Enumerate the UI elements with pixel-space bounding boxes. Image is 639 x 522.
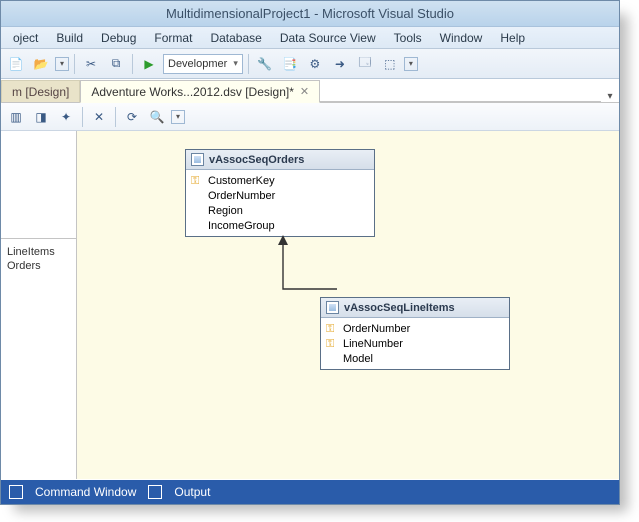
toolbar-open-icon[interactable]: 📂 xyxy=(30,53,52,75)
toolbar-icon-dd[interactable]: ▾ xyxy=(404,57,418,71)
document-tabs: m [Design] Adventure Works...2012.dsv [D… xyxy=(1,79,619,103)
tab-dsv-design[interactable]: Adventure Works...2012.dsv [Design]* ✕ xyxy=(80,80,320,103)
table-vassocseqlineitems[interactable]: vAssocSeqLineItems OrderNumber LineNumbe… xyxy=(320,297,510,370)
tabs-overflow-icon[interactable]: ▾ xyxy=(601,91,619,102)
main-toolbar: 📄 📂 ▾ ✂ ⧉ ▶ Developmer 🔧 📑 ⚙ ➜ 🗔 ⬚ ▾ xyxy=(1,49,619,79)
app-window: MultidimensionalProject1 - Microsoft Vis… xyxy=(0,0,620,505)
list-item[interactable]: Orders xyxy=(7,259,70,273)
diagram-canvas[interactable]: vAssocSeqOrders CustomerKey OrderNumber … xyxy=(77,131,619,479)
toolbar-open-dd-icon[interactable]: ▾ xyxy=(55,57,69,71)
table-icon xyxy=(326,301,339,314)
table-body: OrderNumber LineNumber Model xyxy=(321,318,509,369)
menu-format[interactable]: Format xyxy=(146,29,200,47)
table-row[interactable]: OrderNumber xyxy=(191,188,369,203)
toolbar-icon-4[interactable]: ➜ xyxy=(329,53,351,75)
table-row[interactable]: OrderNumber xyxy=(326,321,504,336)
status-bar: Command Window Output xyxy=(1,480,619,504)
side-panel: LineItems Orders xyxy=(1,131,77,479)
toolbar-icon-2[interactable]: 📑 xyxy=(279,53,301,75)
list-item[interactable]: LineItems xyxy=(7,245,70,259)
menu-help[interactable]: Help xyxy=(492,29,533,47)
table-icon xyxy=(191,153,204,166)
menu-tools[interactable]: Tools xyxy=(386,29,430,47)
dsv-tool-1-icon[interactable]: ▥ xyxy=(5,106,27,128)
toolbar-icon-5[interactable]: 🗔 xyxy=(354,53,376,75)
table-header[interactable]: vAssocSeqOrders xyxy=(186,150,374,170)
table-header[interactable]: vAssocSeqLineItems xyxy=(321,298,509,318)
solution-config-combo[interactable]: Developmer xyxy=(163,54,243,74)
start-debug-button[interactable]: ▶ xyxy=(138,53,160,75)
toolbar-copy-icon[interactable]: ⧉ xyxy=(105,53,127,75)
dsv-zoom-dd-icon[interactable]: ▾ xyxy=(171,110,185,124)
title-bar: MultidimensionalProject1 - Microsoft Vis… xyxy=(1,1,619,27)
close-icon[interactable]: ✕ xyxy=(300,85,309,98)
toolbar-new-icon[interactable]: 📄 xyxy=(5,53,27,75)
relationship-connector xyxy=(277,235,357,299)
menu-build[interactable]: Build xyxy=(48,29,91,47)
key-icon xyxy=(326,323,338,335)
status-output[interactable]: Output xyxy=(174,485,210,499)
workspace: LineItems Orders vAssocSeqOrders Custome… xyxy=(1,131,619,479)
table-row[interactable]: CustomerKey xyxy=(191,173,369,188)
window-title: MultidimensionalProject1 - Microsoft Vis… xyxy=(166,6,454,21)
tables-list: LineItems Orders xyxy=(1,239,76,479)
dsv-delete-icon[interactable]: ✕ xyxy=(88,106,110,128)
designer-toolbar: ▥ ◨ ✦ ✕ ⟳ 🔍 ▾ xyxy=(1,103,619,131)
menu-project[interactable]: oject xyxy=(5,29,46,47)
tab-design-1[interactable]: m [Design] xyxy=(1,80,80,103)
side-panel-top xyxy=(1,131,76,239)
table-body: CustomerKey OrderNumber Region IncomeGro… xyxy=(186,170,374,236)
key-icon xyxy=(326,338,338,350)
table-row[interactable]: Model xyxy=(326,351,504,366)
toolbar-icon-1[interactable]: 🔧 xyxy=(254,53,276,75)
menu-dsv[interactable]: Data Source View xyxy=(272,29,384,47)
key-icon xyxy=(191,175,203,187)
toolbar-icon-6[interactable]: ⬚ xyxy=(379,53,401,75)
dsv-tool-2-icon[interactable]: ◨ xyxy=(30,106,52,128)
menu-window[interactable]: Window xyxy=(432,29,491,47)
menu-bar: oject Build Debug Format Database Data S… xyxy=(1,27,619,49)
table-vassocseqorders[interactable]: vAssocSeqOrders CustomerKey OrderNumber … xyxy=(185,149,375,237)
command-window-icon xyxy=(9,485,23,499)
status-command-window[interactable]: Command Window xyxy=(35,485,136,499)
menu-database[interactable]: Database xyxy=(202,29,269,47)
menu-debug[interactable]: Debug xyxy=(93,29,144,47)
toolbar-icon-3[interactable]: ⚙ xyxy=(304,53,326,75)
table-row[interactable]: IncomeGroup xyxy=(191,218,369,233)
dsv-zoom-icon[interactable]: 🔍 xyxy=(146,106,168,128)
dsv-tool-3-icon[interactable]: ✦ xyxy=(55,106,77,128)
table-row[interactable]: LineNumber xyxy=(326,336,504,351)
output-icon xyxy=(148,485,162,499)
toolbar-cut-icon[interactable]: ✂ xyxy=(80,53,102,75)
table-row[interactable]: Region xyxy=(191,203,369,218)
dsv-refresh-icon[interactable]: ⟳ xyxy=(121,106,143,128)
